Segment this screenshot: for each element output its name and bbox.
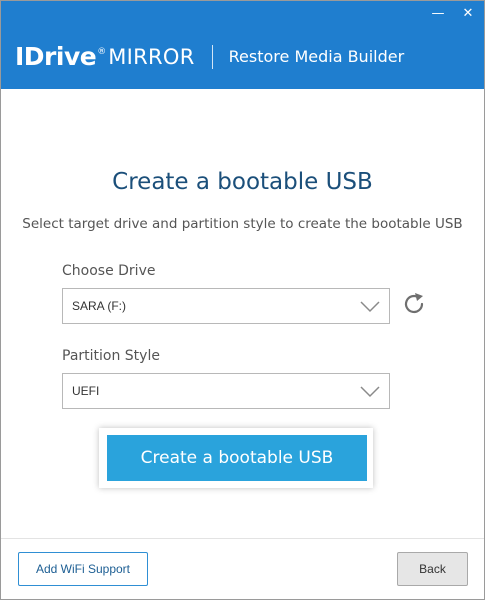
header-bar: — ✕ IDrive ® MIRROR Restore Media Builde… [1,1,484,89]
footer-divider [1,538,484,539]
create-usb-button-frame: Create a bootable USB [99,428,373,488]
refresh-icon[interactable] [401,291,427,317]
partition-select-value: UEFI [72,384,100,398]
minimize-button[interactable]: — [428,5,448,23]
brand-logo: IDrive ® MIRROR Restore Media Builder [15,40,404,74]
drive-select[interactable]: SARA (F:) [62,288,390,324]
page-subtitle: Select target drive and partition style … [22,216,463,232]
page-title: Create a bootable USB [112,169,373,195]
add-wifi-support-button[interactable]: Add WiFi Support [18,552,148,586]
chevron-down-icon [360,386,380,398]
chevron-down-icon [360,301,380,313]
create-bootable-usb-button[interactable]: Create a bootable USB [107,435,367,481]
choose-drive-label: Choose Drive [62,263,156,279]
back-button[interactable]: Back [397,552,468,586]
partition-style-label: Partition Style [62,348,160,364]
registered-mark: ® [97,47,107,57]
product-name: Restore Media Builder [228,47,405,66]
partition-select[interactable]: UEFI [62,373,390,409]
window-controls: — ✕ [428,5,478,23]
brand-divider [211,45,213,69]
brand-product-line: MIRROR [108,45,195,69]
close-button[interactable]: ✕ [458,5,478,23]
drive-select-value: SARA (F:) [72,299,127,313]
app-window: — ✕ IDrive ® MIRROR Restore Media Builde… [0,0,485,600]
brand-name: IDrive [15,42,97,71]
